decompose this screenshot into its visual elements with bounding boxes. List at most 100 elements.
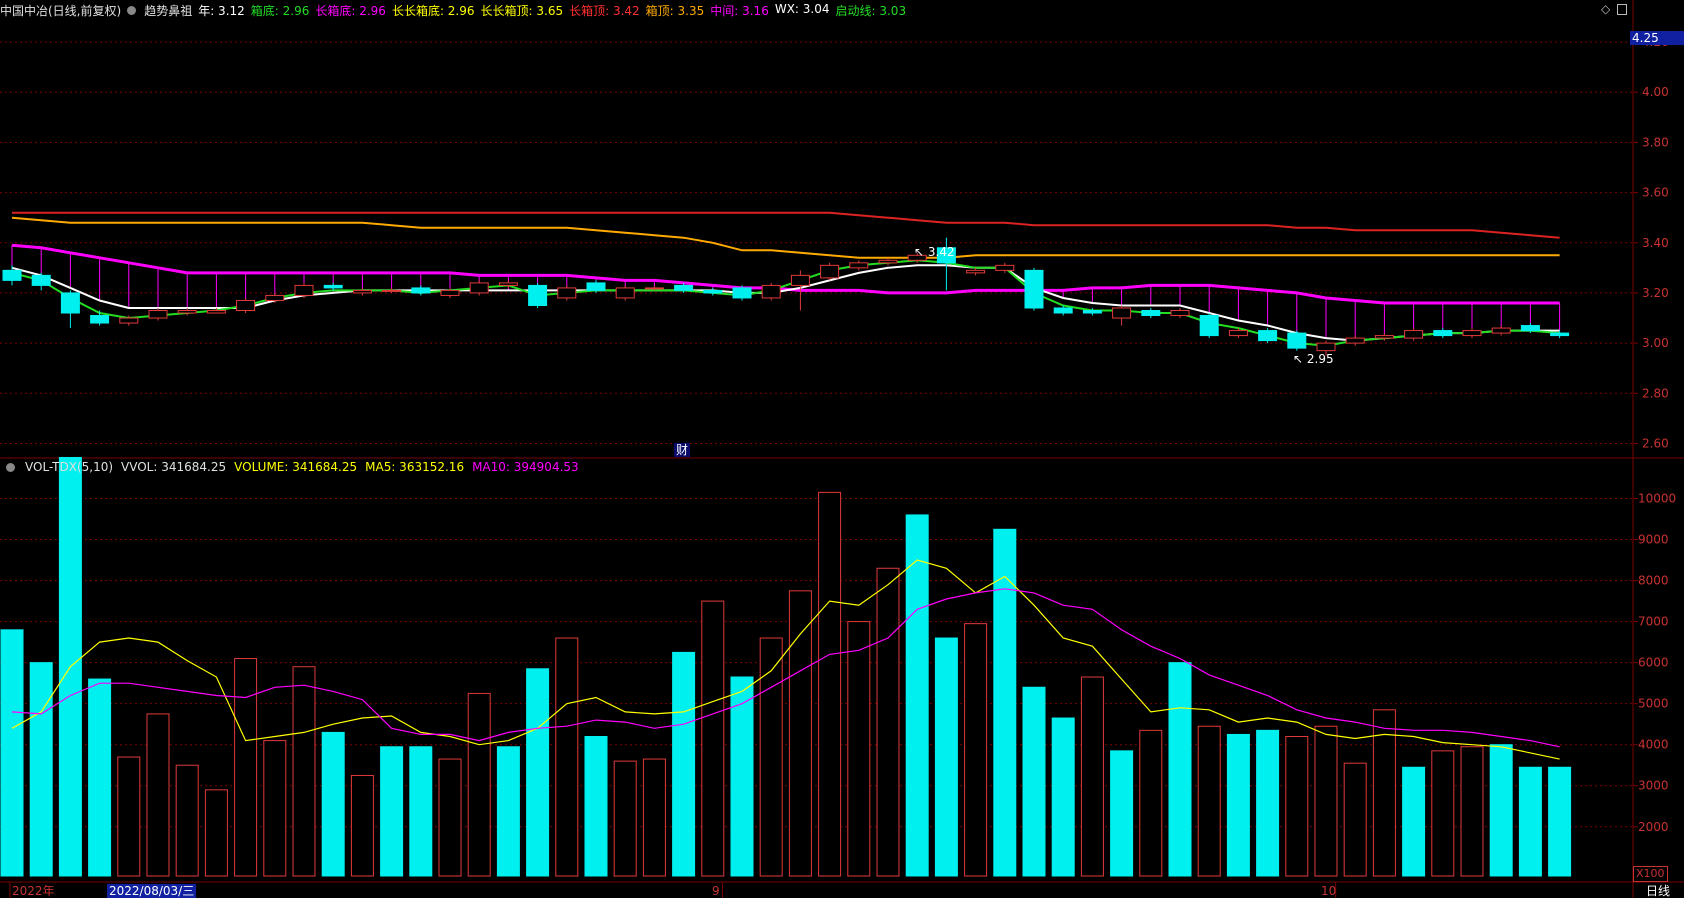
- volume-bar: [1402, 766, 1426, 877]
- volume-bar: [1197, 725, 1221, 877]
- candle-body: [674, 284, 694, 291]
- candle-body: [440, 289, 460, 296]
- price-header: 中国中冶(日线,前复权) 趋势鼻祖 年: 3.12 箱底: 2.96 长箱底: 2.…: [0, 2, 906, 18]
- indicator-value: 长长箱底: 2.96: [391, 3, 475, 18]
- candle-body: [90, 315, 110, 324]
- candle-body: [528, 284, 548, 306]
- volume-bar: [876, 567, 900, 877]
- circle-dropdown-icon[interactable]: [6, 462, 15, 472]
- volume-bar: [1548, 766, 1572, 877]
- candle-body: [294, 284, 314, 296]
- indicator-value: 长长箱顶: 3.65: [480, 3, 564, 18]
- volume-bar: [263, 740, 287, 877]
- diamond-icon[interactable]: ◇: [1601, 2, 1610, 16]
- candle-body: [352, 289, 372, 294]
- footer-date[interactable]: 2022/08/03/三: [107, 884, 197, 898]
- volume-bar: [1168, 662, 1192, 877]
- high-note: ↖ 3.42: [914, 245, 955, 259]
- volume-bar: [847, 621, 871, 877]
- candle-body: [1258, 330, 1278, 342]
- price-tick-label: 3.00: [1642, 336, 1669, 350]
- volume-bar: [29, 662, 53, 877]
- candle-body: [1345, 337, 1365, 344]
- candle-body: [644, 287, 664, 290]
- volume-bar: [613, 760, 637, 877]
- volume-bar: [1314, 725, 1338, 877]
- indicator-value: 箱顶: 3.35: [645, 3, 705, 18]
- window-icon[interactable]: [1617, 4, 1627, 15]
- candle-body: [323, 284, 343, 289]
- candle-body: [849, 262, 869, 269]
- indicator-value: WX: 3.04: [774, 1, 830, 16]
- line-middle: [11, 243, 1560, 305]
- volume-bar: [1431, 750, 1455, 877]
- volume-tick-label: 10000: [1638, 492, 1676, 506]
- volume-tick-label: 4000: [1638, 738, 1669, 752]
- volume-bar: [526, 668, 550, 877]
- volume-unit: X100: [1633, 866, 1668, 882]
- volume-bar: [672, 651, 696, 877]
- candle-body: [1053, 307, 1073, 314]
- candle-body: [557, 287, 577, 299]
- volume-tick-label: 6000: [1638, 656, 1669, 670]
- candle-body: [148, 309, 168, 319]
- ma5-value: MA5: 363152.16: [365, 460, 465, 474]
- footer-bar: 2022年 2022/08/03/三 9 10 日线: [0, 884, 1684, 898]
- volume-bar: [234, 658, 258, 877]
- volume-tick-label: 9000: [1638, 533, 1669, 547]
- volume-bar: [380, 746, 404, 877]
- volume-header: VOL-TDX(5,10) VVOL: 341684.25 VOLUME: 34…: [0, 459, 579, 475]
- indicator-value: 启动线: 3.03: [835, 3, 907, 18]
- candle-body: [498, 282, 518, 286]
- volume-tick-label: 7000: [1638, 615, 1669, 629]
- indicator-value: 箱底: 2.96: [250, 3, 310, 18]
- footer-month-9: 9: [712, 884, 720, 898]
- candle-body: [1433, 330, 1453, 337]
- circle-dropdown-icon[interactable]: [127, 5, 137, 15]
- volume-bar: [1051, 717, 1075, 877]
- current-price-tag: 4.25: [1630, 31, 1684, 45]
- volume-bar: [759, 637, 783, 877]
- candle-body: [1491, 327, 1511, 334]
- price-tick-label: 3.20: [1642, 286, 1669, 300]
- indicator-value: 长箱顶: 3.42: [569, 3, 640, 18]
- volume-bar: [1139, 729, 1163, 877]
- period-label[interactable]: 日线: [1646, 884, 1670, 898]
- volume-bar: [146, 713, 170, 877]
- price-tick-label: 3.40: [1642, 236, 1669, 250]
- candle-body: [206, 309, 226, 314]
- candle-body: [1024, 269, 1044, 309]
- volume-bar: [438, 758, 462, 877]
- chart-stage: 4.204.003.803.603.403.203.002.802.601000…: [0, 0, 1684, 898]
- indicator-value: 中间: 3.16: [710, 3, 769, 18]
- stock-title: 中国中冶(日线,前复权): [0, 3, 122, 18]
- finance-marker[interactable]: 财: [674, 443, 691, 457]
- candle-body: [995, 264, 1015, 271]
- volume-bar: [1080, 676, 1104, 877]
- price-tick-label: 3.60: [1642, 186, 1669, 200]
- indicator-name[interactable]: 趋势鼻祖: [144, 2, 192, 19]
- volume-tick-label: 5000: [1638, 697, 1669, 711]
- volume-bar: [964, 623, 988, 877]
- volume-bar: [555, 637, 579, 877]
- indicator-value: 长箱底: 2.96: [315, 3, 386, 18]
- volume-tick-label: 8000: [1638, 574, 1669, 588]
- candle-body: [411, 287, 431, 294]
- vol-title[interactable]: VOL-TDX(5,10): [25, 460, 113, 474]
- candle-body: [878, 259, 898, 264]
- volume-bar: [1022, 686, 1046, 877]
- candle-body: [1141, 309, 1161, 317]
- candle-body: [1112, 307, 1132, 319]
- volume-bar: [642, 758, 666, 877]
- price-tick-label: 3.80: [1642, 135, 1669, 149]
- line-box-top: [11, 216, 1560, 259]
- candle-body: [1199, 315, 1219, 337]
- candle-body: [236, 299, 256, 311]
- volume-value: VOLUME: 341684.25: [234, 460, 358, 474]
- volume-bar: [1518, 766, 1542, 877]
- volume-bar: [350, 774, 374, 877]
- volume-bar: [1285, 735, 1309, 877]
- volume-bar: [905, 514, 929, 877]
- candle-body: [761, 284, 781, 299]
- indicator-values: 年: 3.12 箱底: 2.96 长箱底: 2.96 长长箱底: 2.96 长长箱顶: …: [198, 2, 906, 19]
